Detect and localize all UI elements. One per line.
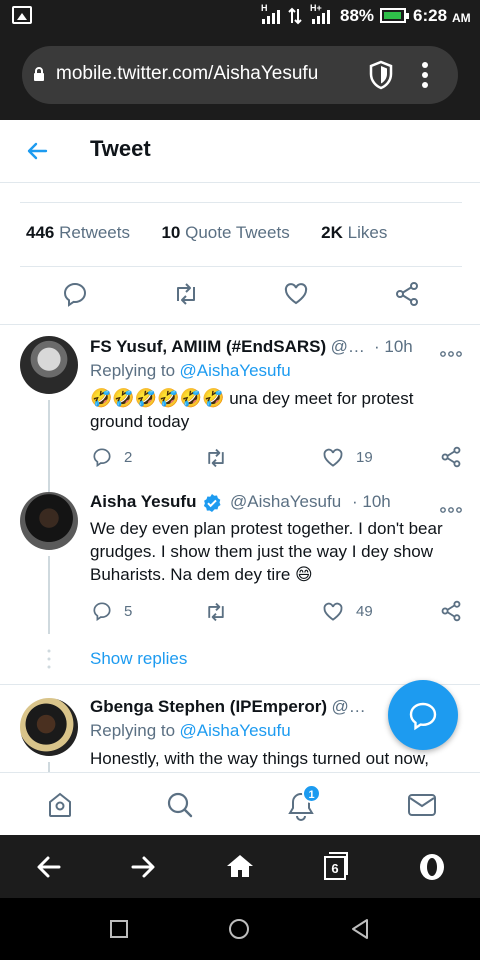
more-options-icon[interactable]	[440, 500, 462, 513]
author-handle[interactable]: @…	[331, 337, 365, 356]
network-type-2-icon: H+	[310, 3, 322, 13]
forward-icon[interactable]	[130, 855, 156, 879]
url-fade	[322, 56, 362, 94]
author-name[interactable]: Aisha Yesufu	[90, 492, 196, 511]
gallery-notification-icon	[12, 6, 32, 24]
messages-envelope-icon[interactable]	[407, 793, 437, 817]
show-replies-link[interactable]: Show replies	[90, 649, 187, 669]
likes-stat[interactable]: 2K Likes	[321, 223, 387, 242]
clock: 6:28	[413, 6, 448, 25]
tweet-stats: 446 Retweets 10 Quote Tweets 2K Likes	[26, 223, 387, 243]
back-icon[interactable]	[36, 855, 62, 879]
like-count: 49	[356, 603, 373, 620]
mention-link[interactable]: @AishaYesufu	[180, 721, 291, 740]
home-icon[interactable]	[46, 791, 74, 819]
share-icon[interactable]	[440, 446, 462, 468]
tweet-header: FS Yusuf, AMIIM (#EndSARS) @…	[90, 337, 390, 357]
more-options-icon[interactable]	[440, 344, 462, 357]
author-name[interactable]: FS Yusuf, AMIIM (#EndSARS)	[90, 337, 326, 356]
tweet-text: We dey even plan protest together. I don…	[90, 519, 443, 584]
quote-tweets-stat[interactable]: 10 Quote Tweets	[161, 223, 289, 242]
author-name[interactable]: Gbenga Stephen (IPEmperor)	[90, 697, 327, 716]
browser-toolbar: mobile.twitter.com/AishaYesufu	[0, 32, 480, 120]
like-icon[interactable]	[322, 601, 344, 623]
clock-ampm: AM	[452, 11, 471, 25]
ad-blocker-shield-icon[interactable]	[368, 60, 394, 90]
battery-percent: 88%	[340, 6, 375, 25]
reply-icon[interactable]	[62, 281, 88, 307]
status-bar: H H+ 88% 6:28 AM	[0, 0, 480, 32]
lock-icon	[33, 66, 45, 82]
author-handle[interactable]: @AishaYesufu	[230, 492, 341, 512]
thread-line	[48, 400, 50, 492]
divider	[0, 324, 480, 325]
battery-icon	[380, 8, 409, 23]
share-icon[interactable]	[440, 600, 462, 622]
retweets-stat[interactable]: 446 Retweets	[26, 223, 130, 242]
reply-count: 2	[124, 449, 133, 466]
reply-count: 5	[124, 603, 133, 620]
reply-icon[interactable]	[92, 447, 112, 468]
home-circle-icon[interactable]	[229, 919, 249, 939]
like-icon[interactable]	[283, 281, 309, 307]
network-type-icon: H	[261, 3, 268, 13]
tweet-header: Gbenga Stephen (IPEmperor) @…	[90, 697, 370, 717]
recents-square-icon[interactable]	[110, 920, 128, 938]
browser-bottom-bar: 6	[0, 835, 480, 898]
retweet-icon[interactable]	[172, 281, 200, 307]
tweet-time[interactable]: · 10h	[352, 492, 391, 512]
reply-icon[interactable]	[92, 601, 112, 622]
like-count: 19	[356, 449, 373, 466]
opera-menu-icon[interactable]	[419, 853, 445, 881]
mention-link[interactable]: @AishaYesufu	[180, 361, 291, 380]
avatar[interactable]	[20, 336, 78, 394]
data-transfer-icon	[288, 7, 302, 25]
tabs-button[interactable]: 6	[323, 851, 351, 881]
address-bar[interactable]: mobile.twitter.com/AishaYesufu	[22, 46, 458, 104]
author-handle[interactable]: @…	[332, 697, 366, 716]
page-title: Tweet	[90, 136, 151, 161]
header-divider	[0, 182, 480, 183]
tweet-text: 🤣🤣🤣🤣🤣🤣 una dey meet for protest ground t…	[90, 388, 414, 431]
home-icon[interactable]	[226, 853, 254, 879]
back-triangle-icon[interactable]	[350, 918, 370, 940]
back-arrow-icon[interactable]	[24, 138, 50, 164]
thread-dots	[47, 648, 51, 670]
emoji: 😄	[295, 565, 313, 584]
tweet-time[interactable]: · 10h	[374, 337, 413, 357]
tweet-header: Aisha Yesufu	[90, 492, 196, 512]
verified-badge-icon	[202, 493, 222, 513]
compose-reply-button[interactable]	[388, 680, 458, 750]
tab-count: 6	[331, 861, 339, 876]
tweet-text: Honestly, with the way things turned out…	[90, 749, 429, 768]
replying-to: Replying to @AishaYesufu	[90, 361, 291, 380]
divider	[20, 266, 462, 267]
replying-to: Replying to @AishaYesufu	[90, 721, 291, 740]
android-navigation-bar	[0, 898, 480, 960]
like-icon[interactable]	[322, 447, 344, 469]
notification-badge: 1	[302, 784, 321, 803]
retweet-icon[interactable]	[204, 601, 228, 623]
retweet-icon[interactable]	[204, 447, 228, 469]
divider	[20, 202, 462, 203]
url-text[interactable]: mobile.twitter.com/AishaYesufu	[56, 63, 356, 85]
avatar[interactable]	[20, 698, 78, 756]
browser-menu-icon[interactable]	[420, 60, 430, 90]
avatar[interactable]	[20, 492, 78, 550]
emoji: 🤣🤣🤣🤣🤣🤣	[90, 388, 225, 408]
speech-bubble-icon	[409, 702, 437, 731]
share-icon[interactable]	[394, 281, 420, 307]
search-icon[interactable]	[166, 791, 194, 819]
thread-line	[48, 556, 50, 634]
twitter-bottom-nav	[0, 772, 480, 835]
